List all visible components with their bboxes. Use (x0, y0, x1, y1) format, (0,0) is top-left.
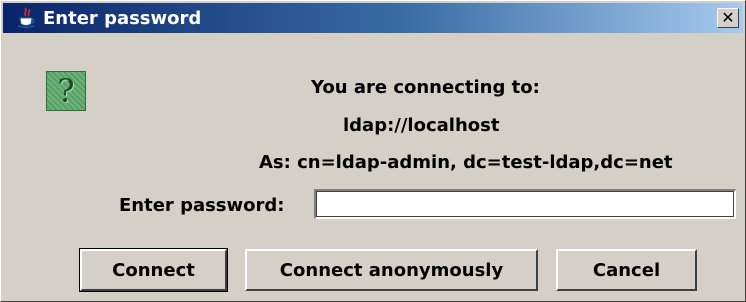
close-icon: ✕ (721, 8, 735, 27)
server-url: ldap://localhost (343, 115, 500, 136)
java-cup-icon (17, 7, 37, 29)
connecting-to-label: You are connecting to: (311, 77, 540, 98)
password-field[interactable] (314, 189, 736, 219)
title-bar[interactable]: Enter password ✕ (3, 3, 743, 33)
window-title: Enter password (43, 7, 202, 29)
password-label: Enter password: (119, 195, 285, 216)
cancel-button[interactable]: Cancel (556, 249, 697, 291)
close-button[interactable]: ✕ (717, 8, 739, 28)
bind-dn: As: cn=ldap-admin, dc=test-ldap,dc=net (259, 152, 673, 173)
question-glyph: ? (57, 72, 75, 110)
connect-anonymously-button[interactable]: Connect anonymously (245, 249, 538, 291)
connect-button[interactable]: Connect (79, 248, 228, 292)
question-icon: ? (46, 71, 86, 111)
password-dialog: Enter password ✕ ? You are connecting to… (0, 0, 746, 302)
